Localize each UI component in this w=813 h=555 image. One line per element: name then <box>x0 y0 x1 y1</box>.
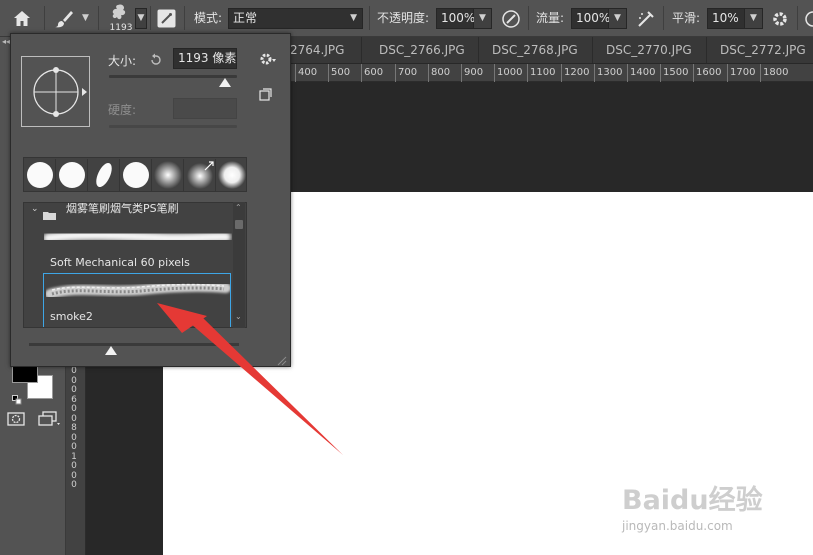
baidu-watermark: Baidu经验 jingyan.baidu.com <box>616 474 776 544</box>
red-arrow-annotation <box>157 303 343 455</box>
baidu-url: jingyan.baidu.com <box>622 519 733 533</box>
photoshop-window: ▼ 1193 ▼ 模式: 正常 ▼ 不透明度: 100% ▼ 流量: 100% … <box>0 0 813 555</box>
baidu-logo-text: Baidu经验 <box>622 485 763 516</box>
